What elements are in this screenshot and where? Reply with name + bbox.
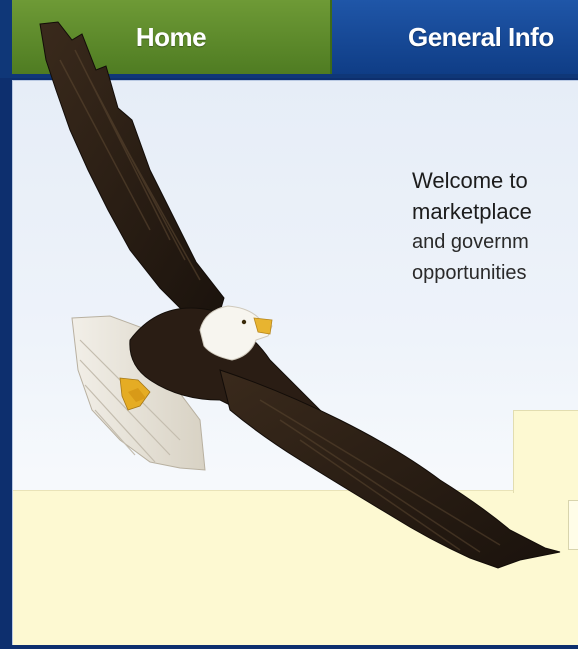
cream-panel-step bbox=[513, 410, 578, 493]
welcome-text: Welcome to marketplace and governm oppor… bbox=[412, 165, 578, 289]
page-frame: Home General Info Welcome to marketplace… bbox=[0, 0, 578, 649]
welcome-line: and governm bbox=[412, 231, 529, 253]
bottom-border bbox=[0, 645, 578, 649]
small-frame-box bbox=[568, 500, 578, 550]
welcome-line: Welcome to bbox=[412, 168, 528, 193]
tab-home[interactable]: Home bbox=[12, 0, 332, 74]
main-navigation: Home General Info bbox=[0, 0, 578, 78]
cream-panel bbox=[13, 490, 578, 649]
welcome-line: marketplace bbox=[412, 199, 532, 224]
tab-general-info[interactable]: General Info bbox=[332, 0, 578, 74]
welcome-line: opportunities bbox=[412, 262, 527, 284]
